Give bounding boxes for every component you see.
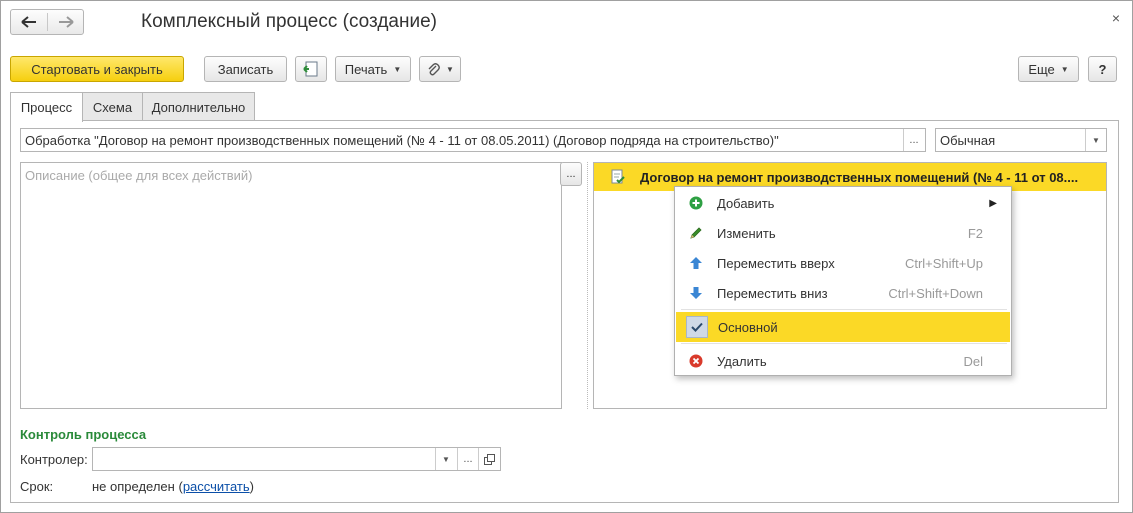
- delete-icon: [689, 354, 703, 368]
- chevron-down-icon: ▼: [393, 64, 402, 74]
- attachment-title: Договор на ремонт производственных помещ…: [640, 169, 1079, 185]
- more-menu-button[interactable]: Еще ▼: [1018, 56, 1079, 82]
- submenu-arrow-icon: ▶: [989, 197, 997, 209]
- control-section-title: Контроль процесса: [20, 427, 147, 442]
- calculate-deadline-link[interactable]: рассчитать: [183, 479, 250, 494]
- open-window-icon: [483, 453, 495, 465]
- menu-item-delete[interactable]: Удалить Del: [675, 346, 1011, 376]
- print-label: Печать: [344, 61, 388, 77]
- arrow-up-icon: [690, 257, 702, 269]
- menu-item-label: Основной: [718, 319, 778, 335]
- menu-item-label: Удалить: [717, 353, 767, 369]
- arrow-left-icon: [21, 16, 36, 28]
- tab-additional[interactable]: Дополнительно: [142, 92, 255, 121]
- deadline-value-group: не определен (рассчитать): [92, 479, 254, 494]
- form-title: Комплексный процесс (создание): [141, 11, 437, 32]
- menu-item-shortcut: Ctrl+Shift+Down: [888, 285, 983, 301]
- menu-item-label: Изменить: [717, 225, 776, 241]
- deadline-label: Срок:: [20, 479, 54, 494]
- save-button[interactable]: Записать: [204, 56, 287, 82]
- check-icon: [686, 316, 708, 338]
- arrow-down-icon: [690, 287, 702, 299]
- chevron-down-icon: ▼: [446, 64, 454, 74]
- importance-value: Обычная: [940, 132, 996, 148]
- paperclip-icon: [428, 63, 440, 76]
- importance-dropdown-button[interactable]: ▼: [1085, 129, 1106, 151]
- menu-separator: [681, 343, 1007, 344]
- chevron-down-icon: ▼: [1092, 135, 1100, 145]
- description-expand-button[interactable]: ...: [560, 162, 582, 186]
- close-icon: ×: [1111, 10, 1120, 26]
- description-textarea[interactable]: Описание (общее для всех действий): [20, 162, 562, 409]
- attachments-menu-button[interactable]: ▼: [419, 56, 461, 82]
- controller-dropdown-button[interactable]: ▼: [435, 448, 456, 470]
- subject-select-button[interactable]: ...: [903, 129, 924, 151]
- menu-item-shortcut: Del: [963, 353, 983, 369]
- pencil-icon: [690, 227, 702, 239]
- document-export-icon: [303, 61, 318, 77]
- menu-item-edit[interactable]: Изменить F2: [675, 218, 1011, 248]
- menu-item-shortcut: F2: [967, 225, 983, 241]
- importance-select[interactable]: Обычная: [935, 128, 1107, 152]
- description-placeholder: Описание (общее для всех действий): [25, 168, 253, 183]
- deadline-paren-close: ): [249, 479, 254, 494]
- subject-value: Обработка "Договор на ремонт производств…: [25, 132, 779, 148]
- menu-item-move-up[interactable]: Переместить вверх Ctrl+Shift+Up: [675, 248, 1011, 278]
- menu-item-add[interactable]: Добавить ▶: [675, 188, 1011, 218]
- controller-open-button[interactable]: [478, 448, 499, 470]
- more-label: Еще: [1028, 61, 1055, 77]
- form-window: Комплексный процесс (создание) × Стартов…: [0, 0, 1133, 513]
- chevron-down-icon: ▼: [442, 454, 450, 464]
- save-to-file-button[interactable]: [295, 56, 327, 82]
- menu-separator: [681, 309, 1007, 310]
- document-check-icon: [611, 169, 625, 184]
- tab-scheme[interactable]: Схема: [82, 92, 143, 121]
- menu-item-main[interactable]: Основной: [676, 312, 1010, 342]
- menu-item-shortcut: Ctrl+Shift+Up: [904, 255, 983, 271]
- print-menu-button[interactable]: Печать ▼: [335, 56, 411, 82]
- chevron-down-icon: ▼: [1060, 64, 1069, 74]
- arrow-right-icon: [59, 16, 74, 28]
- controller-label: Контролер:: [20, 452, 88, 467]
- splitter[interactable]: [587, 162, 588, 409]
- help-button[interactable]: ?: [1088, 56, 1117, 82]
- forward-button[interactable]: [48, 10, 84, 34]
- back-button[interactable]: [11, 10, 47, 34]
- deadline-value: не определен: [92, 479, 175, 494]
- controller-select-button[interactable]: ...: [457, 448, 478, 470]
- context-menu: Добавить ▶ Изменить F2 Переместить вверх…: [674, 186, 1012, 376]
- menu-item-label: Переместить вверх: [717, 255, 835, 271]
- plus-circle-icon: [689, 196, 703, 210]
- menu-item-label: Переместить вниз: [717, 285, 828, 301]
- menu-item-label: Добавить: [717, 195, 775, 211]
- menu-item-move-down[interactable]: Переместить вниз Ctrl+Shift+Down: [675, 278, 1011, 308]
- nav-buttons: [10, 9, 84, 35]
- close-button[interactable]: ×: [1112, 10, 1120, 26]
- subject-field[interactable]: Обработка "Договор на ремонт производств…: [20, 128, 926, 152]
- tab-process[interactable]: Процесс: [10, 92, 83, 122]
- start-and-close-button[interactable]: Стартовать и закрыть: [10, 56, 184, 82]
